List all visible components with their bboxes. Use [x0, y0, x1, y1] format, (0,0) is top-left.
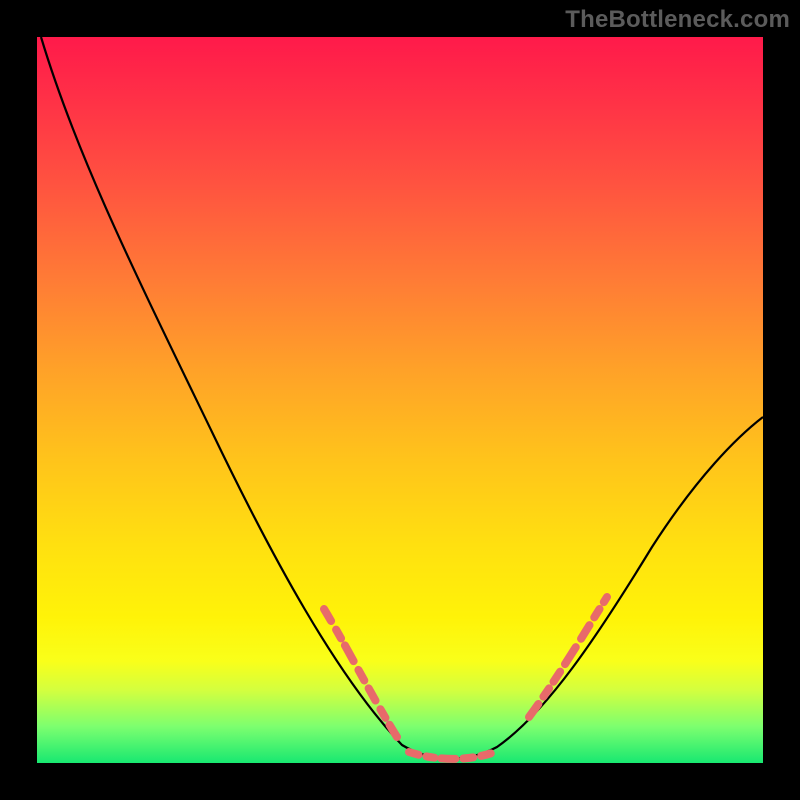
watermark-text: TheBottleneck.com	[565, 6, 790, 34]
dash-left-arm	[324, 609, 397, 737]
dash-floor	[409, 752, 492, 759]
curve-path	[41, 37, 763, 759]
dash-right-arm	[529, 597, 607, 717]
bottleneck-curve	[37, 37, 763, 763]
chart-frame: TheBottleneck.com	[0, 0, 800, 800]
